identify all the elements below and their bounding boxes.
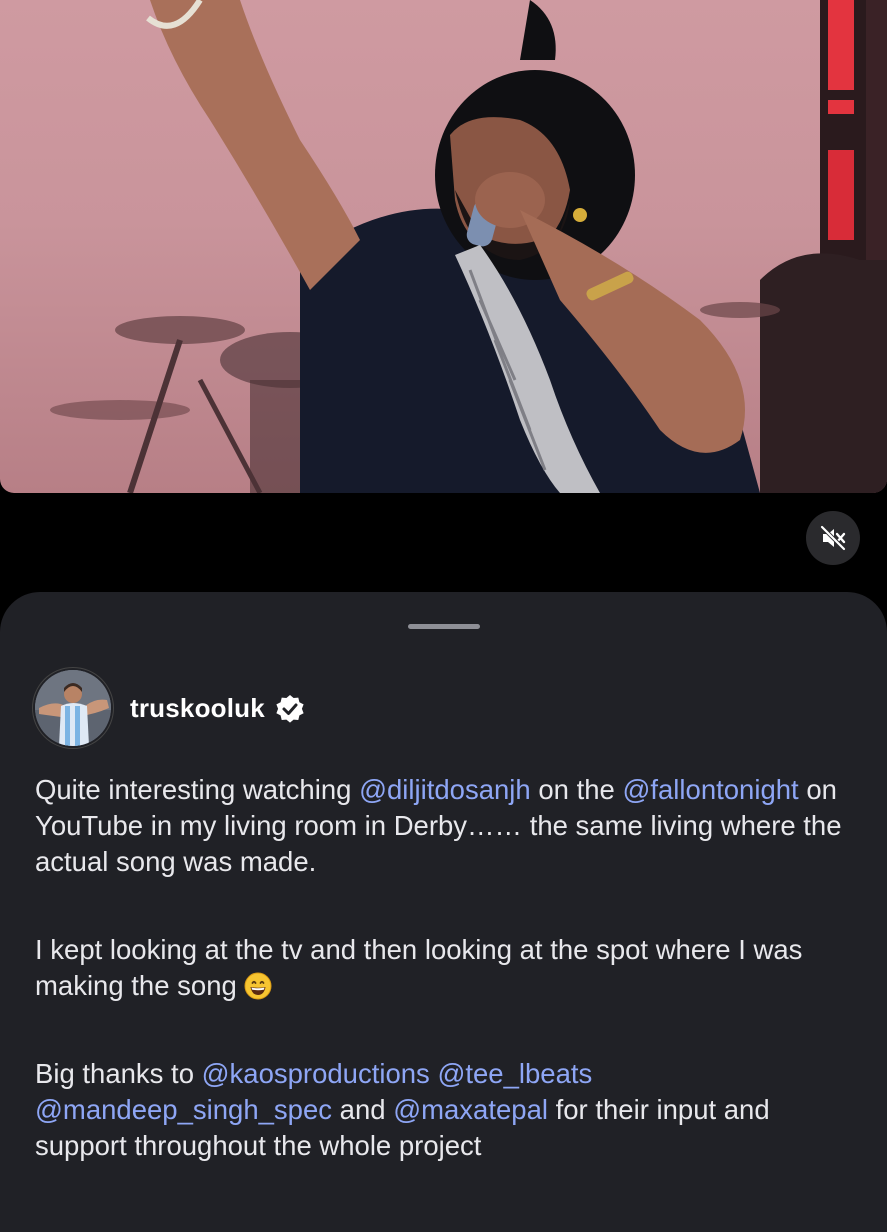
mention-link[interactable]: @diljitdosanjh — [359, 774, 531, 805]
caption-text: Quite interesting watching — [35, 774, 360, 805]
caption-text: and — [332, 1094, 394, 1125]
speaker-muted-icon — [820, 525, 846, 551]
caption-paragraph: Big thanks to @kaosproductions @tee_lbea… — [35, 1056, 855, 1164]
caption-text: on the — [530, 774, 623, 805]
video-player[interactable] — [0, 0, 887, 493]
profile-picture — [35, 670, 111, 746]
video-frame-image — [50, 0, 887, 493]
mention-link[interactable]: @fallontonight — [622, 774, 798, 805]
avatar[interactable] — [35, 670, 111, 746]
caption-text: Big thanks to — [35, 1058, 202, 1089]
caption-text: I kept looking at the tv and then lookin… — [35, 934, 803, 1001]
mention-link[interactable]: @tee_lbeats — [437, 1058, 592, 1089]
username-row[interactable]: truskooluk — [130, 693, 305, 724]
grinning-face-emoji — [244, 972, 272, 1000]
mention-link[interactable]: @kaosproductions — [202, 1058, 430, 1089]
caption-paragraph: I kept looking at the tv and then lookin… — [35, 932, 855, 1004]
caption-paragraph: Quite interesting watching @diljitdosanj… — [35, 772, 855, 880]
verified-badge-icon — [276, 694, 304, 723]
post-caption: Quite interesting watching @diljitdosanj… — [35, 772, 855, 1216]
mute-toggle-button[interactable] — [806, 511, 860, 565]
mention-link[interactable]: @mandeep_singh_spec — [35, 1094, 332, 1125]
sheet-drag-handle[interactable] — [408, 624, 480, 629]
username[interactable]: truskooluk — [130, 693, 265, 724]
mention-link[interactable]: @maxatepal — [393, 1094, 548, 1125]
